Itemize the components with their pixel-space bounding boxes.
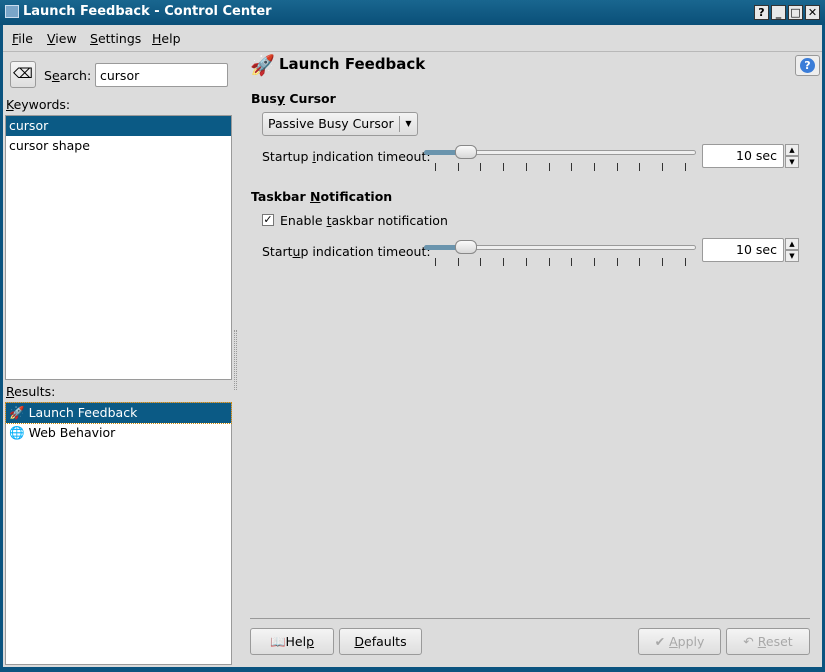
- rocket-icon: 🚀: [9, 405, 25, 420]
- checkmark-icon: ✔: [654, 634, 666, 649]
- slider-tick: [593, 163, 595, 171]
- slider-tick: [457, 258, 459, 266]
- window-title: Launch Feedback - Control Center: [23, 4, 272, 19]
- list-item[interactable]: 🚀 Launch Feedback: [5, 402, 232, 424]
- slider-tick: [639, 163, 641, 171]
- slider-tick: [593, 258, 595, 266]
- slider-tick: [662, 258, 663, 266]
- slider-tick: [684, 258, 686, 266]
- menu-bar: File View Settings Help: [3, 25, 822, 52]
- clear-search-button[interactable]: ⌫: [10, 61, 36, 88]
- splitter-handle[interactable]: [234, 330, 237, 390]
- minimize-button[interactable]: _: [771, 5, 786, 20]
- globe-icon: 🌐: [9, 425, 25, 440]
- spin-down-icon[interactable]: ▼: [785, 156, 799, 168]
- slider-tick: [503, 258, 505, 266]
- slider-tick: [480, 163, 482, 171]
- window: Launch Feedback - Control Center ? _ □ ✕…: [0, 0, 825, 672]
- book-icon: 📖: [269, 634, 286, 649]
- close-button[interactable]: ✕: [805, 5, 820, 20]
- slider-tick: [435, 258, 436, 266]
- slider-fill: [424, 245, 459, 250]
- list-item[interactable]: cursor: [6, 116, 231, 136]
- slider-tick: [571, 163, 573, 171]
- slider-tick: [616, 163, 618, 171]
- list-item[interactable]: 🌐 Web Behavior: [6, 423, 231, 443]
- context-help-button[interactable]: ?: [754, 5, 769, 20]
- control-center-icon: [5, 5, 19, 18]
- client-area: File View Settings Help ⌫ Search: Keywor…: [3, 25, 822, 667]
- keywords-list[interactable]: cursor cursor shape: [5, 115, 232, 380]
- slider-handle[interactable]: [455, 145, 477, 159]
- slider-tick: [571, 258, 573, 266]
- slider-tick: [639, 258, 641, 266]
- search-input[interactable]: [95, 63, 228, 87]
- enable-taskbar-label: Enable taskbar notification: [280, 213, 448, 228]
- results-label: Results:: [6, 384, 56, 399]
- chevron-down-icon: ▼: [399, 116, 417, 132]
- taskbar-timeout-spinbox[interactable]: 10 sec ▲ ▼: [702, 238, 799, 262]
- keywords-label: Keywords:: [6, 97, 71, 112]
- slider-fill: [424, 150, 459, 155]
- search-label: Search:: [44, 68, 92, 83]
- menu-help[interactable]: Help: [152, 31, 181, 46]
- busy-cursor-combo[interactable]: Passive Busy Cursor ▼: [262, 112, 418, 136]
- undo-icon: ↶: [743, 634, 754, 649]
- rocket-icon: 🚀: [250, 53, 275, 77]
- taskbar-timeout-value[interactable]: 10 sec: [702, 238, 784, 262]
- apply-button[interactable]: ✔ Apply: [638, 628, 721, 655]
- busy-timeout-slider[interactable]: [424, 145, 696, 171]
- spin-up-icon[interactable]: ▲: [785, 144, 799, 156]
- help-button[interactable]: ?: [795, 55, 820, 76]
- enable-taskbar-checkbox[interactable]: ✓: [262, 214, 274, 226]
- slider-tick: [457, 163, 459, 171]
- taskbar-notification-heading: Taskbar Notification: [251, 189, 393, 204]
- help-icon: ?: [800, 58, 815, 73]
- help-bottom-button[interactable]: 📖Help: [250, 628, 334, 655]
- reset-button[interactable]: ↶ Reset: [726, 628, 810, 655]
- slider-tick: [503, 163, 505, 171]
- slider-tick: [548, 163, 550, 171]
- busy-timeout-label: Startup indication timeout:: [262, 149, 431, 164]
- busy-timeout-value[interactable]: 10 sec: [702, 144, 784, 168]
- slider-tick: [684, 163, 686, 171]
- spin-down-icon[interactable]: ▼: [785, 250, 799, 262]
- slider-tick: [616, 258, 618, 266]
- separator: [250, 618, 810, 619]
- slider-tick: [525, 258, 527, 266]
- slider-tick: [525, 163, 527, 171]
- menu-settings[interactable]: Settings: [90, 31, 141, 46]
- results-list[interactable]: 🚀 Launch Feedback 🌐 Web Behavior: [5, 402, 232, 665]
- page-title: Launch Feedback: [279, 55, 426, 73]
- clear-left-icon: ⌫: [13, 66, 33, 82]
- maximize-button[interactable]: □: [788, 5, 803, 20]
- title-bar: Launch Feedback - Control Center ? _ □ ✕: [0, 0, 825, 25]
- slider-tick: [548, 258, 550, 266]
- menu-view[interactable]: View: [47, 31, 77, 46]
- busy-timeout-spinbox[interactable]: 10 sec ▲ ▼: [702, 144, 799, 168]
- menu-file[interactable]: File: [12, 31, 33, 46]
- spin-up-icon[interactable]: ▲: [785, 238, 799, 250]
- busy-cursor-heading: Busy Cursor: [251, 91, 336, 106]
- slider-handle[interactable]: [455, 240, 477, 254]
- taskbar-timeout-label: Startup indication timeout:: [262, 244, 431, 259]
- slider-tick: [662, 163, 663, 171]
- list-item[interactable]: cursor shape: [6, 136, 231, 156]
- checkmark-icon: ✓: [263, 213, 273, 226]
- slider-tick: [435, 163, 436, 171]
- defaults-button[interactable]: Defaults: [339, 628, 422, 655]
- taskbar-timeout-slider[interactable]: [424, 240, 696, 266]
- slider-tick: [480, 258, 482, 266]
